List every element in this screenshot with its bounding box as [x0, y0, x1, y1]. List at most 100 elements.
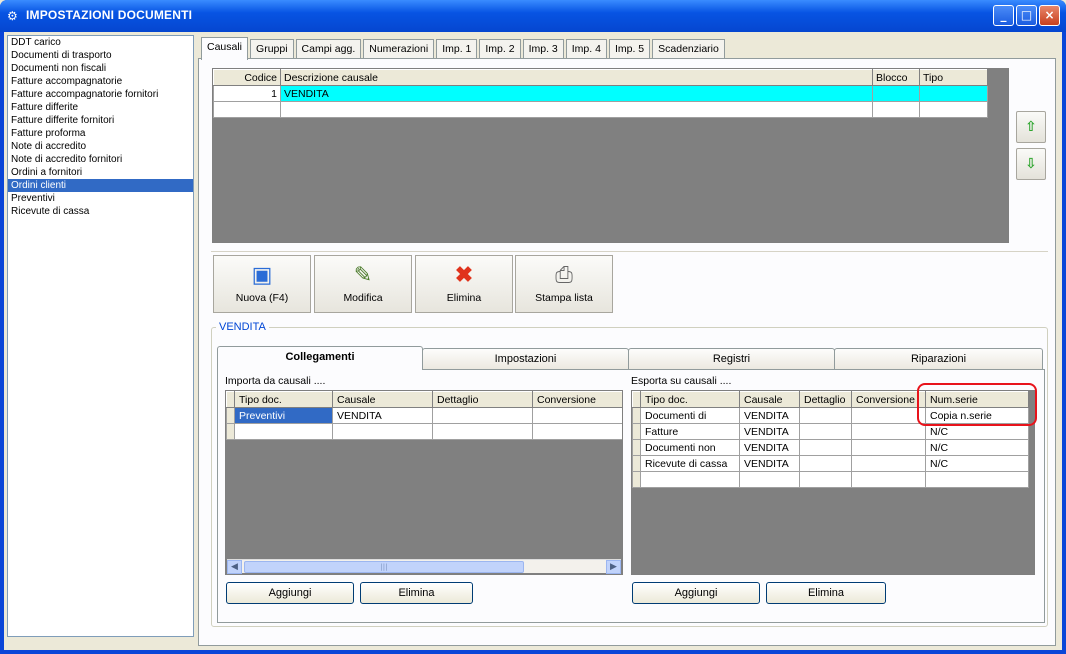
- cell[interactable]: [851, 471, 926, 488]
- list-item-selected[interactable]: Ordini clienti: [8, 179, 193, 192]
- column-header[interactable]: Descrizione causale: [280, 69, 873, 86]
- table-row[interactable]: 1 VENDITA: [213, 85, 988, 102]
- column-header[interactable]: Dettaglio: [799, 391, 852, 408]
- scroll-right-icon[interactable]: ▶: [606, 560, 621, 574]
- importa-elimina-button[interactable]: Elimina: [360, 582, 473, 604]
- nuova-button[interactable]: ▣ Nuova (F4): [213, 255, 311, 313]
- tab-gruppi[interactable]: Gruppi: [250, 39, 294, 59]
- list-item[interactable]: DDT carico: [8, 36, 193, 49]
- cell[interactable]: VENDITA: [280, 85, 873, 102]
- cell[interactable]: VENDITA: [739, 407, 800, 424]
- tab-imp-5[interactable]: Imp. 5: [608, 39, 651, 59]
- table-row[interactable]: Preventivi VENDITA: [226, 407, 622, 424]
- cell[interactable]: [851, 455, 926, 472]
- list-item[interactable]: Ricevute di cassa: [8, 205, 193, 218]
- cell[interactable]: Ricevute di cassa: [640, 455, 740, 472]
- cell[interactable]: [532, 423, 622, 440]
- cell[interactable]: [739, 471, 800, 488]
- cell[interactable]: [213, 101, 281, 118]
- column-header[interactable]: Tipo doc.: [640, 391, 740, 408]
- maximize-button[interactable]: □: [1016, 5, 1037, 26]
- list-item[interactable]: Fatture differite: [8, 101, 193, 114]
- list-item[interactable]: Fatture proforma: [8, 127, 193, 140]
- cell[interactable]: [640, 471, 740, 488]
- list-item[interactable]: Note di accredito fornitori: [8, 153, 193, 166]
- column-header[interactable]: Causale: [739, 391, 800, 408]
- stampa-button[interactable]: ⎙ Stampa lista: [515, 255, 613, 313]
- tab-riparazioni[interactable]: Riparazioni: [834, 348, 1043, 369]
- close-button[interactable]: ×: [1039, 5, 1060, 26]
- table-row-empty[interactable]: [226, 423, 622, 440]
- column-header[interactable]: Tipo doc.: [234, 391, 333, 408]
- column-header[interactable]: Conversione: [532, 391, 622, 408]
- scroll-thumb[interactable]: |||: [244, 561, 524, 573]
- cell[interactable]: Documenti di: [640, 407, 740, 424]
- title-bar[interactable]: ⚙ IMPOSTAZIONI DOCUMENTI _ □ ×: [0, 0, 1066, 32]
- column-header[interactable]: Blocco: [872, 69, 920, 86]
- cell[interactable]: [872, 85, 920, 102]
- list-item[interactable]: Ordini a fornitori: [8, 166, 193, 179]
- list-item[interactable]: Fatture differite fornitori: [8, 114, 193, 127]
- column-header[interactable]: Dettaglio: [432, 391, 533, 408]
- cell[interactable]: [851, 439, 926, 456]
- list-item[interactable]: Preventivi: [8, 192, 193, 205]
- tab-causali[interactable]: Causali: [201, 37, 249, 60]
- column-header[interactable]: Conversione: [851, 391, 926, 408]
- tab-imp-1[interactable]: Imp. 1: [436, 39, 478, 59]
- tab-imp-3[interactable]: Imp. 3: [522, 39, 564, 59]
- cell[interactable]: VENDITA: [739, 455, 800, 472]
- list-item[interactable]: Note di accredito: [8, 140, 193, 153]
- column-header[interactable]: Causale: [332, 391, 433, 408]
- list-item[interactable]: Fatture accompagnatorie fornitori: [8, 88, 193, 101]
- cell[interactable]: 1: [213, 85, 281, 102]
- minimize-button[interactable]: _: [993, 5, 1014, 26]
- column-header[interactable]: Tipo: [919, 69, 988, 86]
- elimina-button[interactable]: ✖ Elimina: [415, 255, 513, 313]
- tab-registri[interactable]: Registri: [628, 348, 835, 369]
- cell[interactable]: VENDITA: [739, 423, 800, 440]
- cell[interactable]: VENDITA: [739, 439, 800, 456]
- cell[interactable]: [280, 101, 873, 118]
- cell[interactable]: [799, 439, 852, 456]
- horizontal-scrollbar[interactable]: ◀ ||| ▶: [227, 559, 621, 574]
- cell[interactable]: N/C: [925, 455, 1029, 472]
- table-row-empty[interactable]: [213, 101, 988, 118]
- cell[interactable]: [919, 85, 988, 102]
- cell[interactable]: [919, 101, 988, 118]
- cell[interactable]: [332, 423, 433, 440]
- tab-numerazioni[interactable]: Numerazioni: [363, 39, 435, 59]
- modifica-button[interactable]: ✎ Modifica: [314, 255, 412, 313]
- cell[interactable]: [799, 407, 852, 424]
- cell[interactable]: Preventivi: [234, 407, 333, 424]
- table-row-empty[interactable]: [632, 471, 1029, 488]
- cell[interactable]: [851, 423, 926, 440]
- cell[interactable]: [925, 471, 1029, 488]
- column-header[interactable]: Codice: [213, 69, 281, 86]
- cell[interactable]: [799, 471, 852, 488]
- tab-impostazioni[interactable]: Impostazioni: [422, 348, 629, 369]
- tab-imp-2[interactable]: Imp. 2: [479, 39, 521, 59]
- move-down-button[interactable]: ⇩: [1016, 148, 1046, 180]
- cell[interactable]: Fatture: [640, 423, 740, 440]
- esporta-elimina-button[interactable]: Elimina: [766, 582, 886, 604]
- cell[interactable]: Documenti non: [640, 439, 740, 456]
- list-item[interactable]: Fatture accompagnatorie: [8, 75, 193, 88]
- tab-scadenziario[interactable]: Scadenziario: [652, 39, 725, 59]
- list-item[interactable]: Documenti non fiscali: [8, 62, 193, 75]
- esporta-aggiungi-button[interactable]: Aggiungi: [632, 582, 760, 604]
- table-row[interactable]: Documenti non VENDITA N/C: [632, 439, 1029, 456]
- cell[interactable]: [432, 423, 533, 440]
- cell[interactable]: [872, 101, 920, 118]
- tab-campi-agg[interactable]: Campi agg.: [295, 39, 362, 59]
- cell[interactable]: N/C: [925, 439, 1029, 456]
- importa-grid[interactable]: Tipo doc. Causale Dettaglio Conversione …: [225, 390, 623, 575]
- cell[interactable]: [799, 423, 852, 440]
- cell[interactable]: [234, 423, 333, 440]
- cell[interactable]: VENDITA: [332, 407, 433, 424]
- cell[interactable]: [799, 455, 852, 472]
- cell[interactable]: [532, 407, 622, 424]
- table-row[interactable]: Ricevute di cassa VENDITA N/C: [632, 455, 1029, 472]
- list-item[interactable]: Documenti di trasporto: [8, 49, 193, 62]
- scroll-left-icon[interactable]: ◀: [227, 560, 242, 574]
- causali-grid[interactable]: Codice Descrizione causale Blocco Tipo 1…: [212, 68, 1009, 243]
